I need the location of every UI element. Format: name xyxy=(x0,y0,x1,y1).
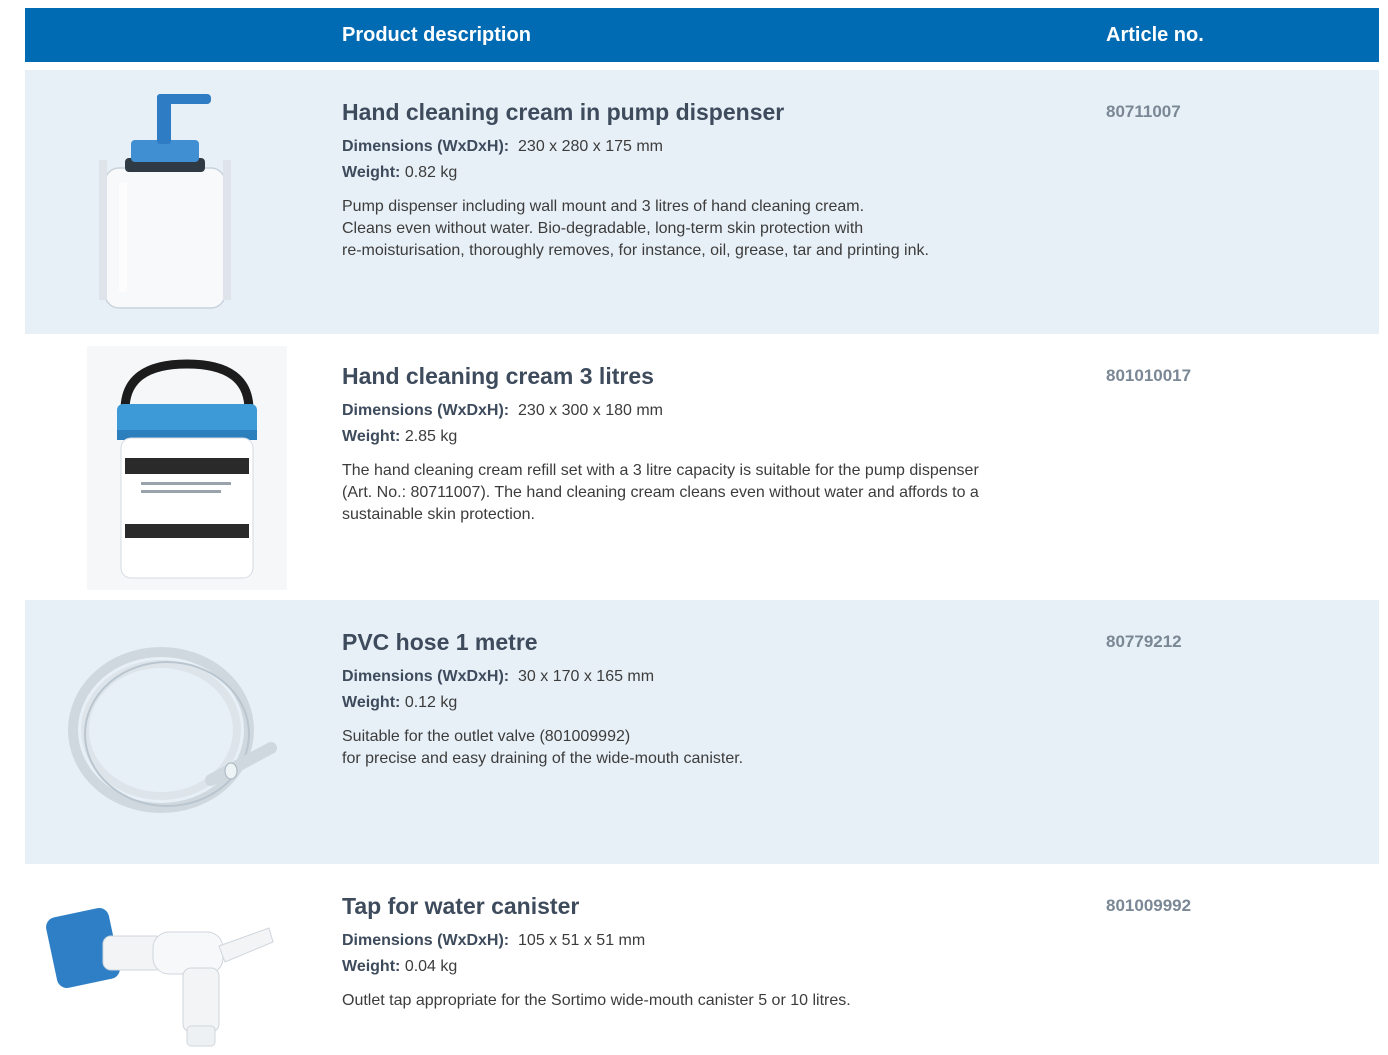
product-row: PVC hose 1 metre Dimensions (WxDxH): 30 … xyxy=(25,600,1379,864)
weight-label: Weight: xyxy=(342,428,401,445)
description-line: sustainable skin protection. xyxy=(342,506,535,523)
weight-value: 0.12 kg xyxy=(404,694,458,711)
dimensions-value: 230 x 280 x 175 mm xyxy=(518,138,663,155)
product-row: Hand cleaning cream 3 litres Dimensions … xyxy=(25,334,1379,598)
description-line: The hand cleaning cream refill set with … xyxy=(342,462,979,479)
description-line: for precise and easy draining of the wid… xyxy=(342,750,744,767)
weight-value: 0.82 kg xyxy=(404,164,458,181)
article-number: 801009992 xyxy=(1106,896,1192,915)
pump-dispenser-image xyxy=(95,90,235,310)
article-number: 80779212 xyxy=(1106,632,1182,651)
product-weight: Weight: 0.12 kg xyxy=(342,694,457,712)
product-weight: Weight: 0.82 kg xyxy=(342,164,457,182)
product-title: Hand cleaning cream 3 litres xyxy=(342,363,654,389)
product-description: Pump dispenser including wall mount and … xyxy=(342,196,929,262)
description-line: re-moisturisation, thoroughly removes, f… xyxy=(342,242,929,259)
description-line: Outlet tap appropriate for the Sortimo w… xyxy=(342,992,851,1009)
product-row: Tap for water canister Dimensions (WxDxH… xyxy=(25,864,1379,1050)
description-line: Suitable for the outlet valve (801009992… xyxy=(342,728,631,745)
dimensions-label: Dimensions (WxDxH): xyxy=(342,668,510,685)
product-weight: Weight: 0.04 kg xyxy=(342,958,457,976)
dimensions-value: 230 x 300 x 180 mm xyxy=(518,402,663,419)
water-tap-image xyxy=(43,892,283,1050)
weight-value: 0.04 kg xyxy=(404,958,458,975)
product-weight: Weight: 2.85 kg xyxy=(342,428,457,446)
weight-label: Weight: xyxy=(342,958,401,975)
weight-value: 2.85 kg xyxy=(404,428,458,445)
dimensions-label: Dimensions (WxDxH): xyxy=(342,402,510,419)
dimensions-value: 105 x 51 x 51 mm xyxy=(518,932,646,949)
product-title: Tap for water canister xyxy=(342,893,580,919)
product-row: Hand cleaning cream in pump dispenser Di… xyxy=(25,70,1379,334)
product-description: The hand cleaning cream refill set with … xyxy=(342,460,979,526)
product-dimensions: Dimensions (WxDxH): 30 x 170 x 165 mm xyxy=(342,668,654,686)
weight-label: Weight: xyxy=(342,164,401,181)
dimensions-label: Dimensions (WxDxH): xyxy=(342,138,510,155)
product-description: Suitable for the outlet valve (801009992… xyxy=(342,726,743,770)
description-line: (Art. No.: 80711007). The hand cleaning … xyxy=(342,484,979,501)
product-dimensions: Dimensions (WxDxH): 230 x 300 x 180 mm xyxy=(342,402,663,420)
product-dimensions: Dimensions (WxDxH): 105 x 51 x 51 mm xyxy=(342,932,645,950)
product-description: Outlet tap appropriate for the Sortimo w… xyxy=(342,990,851,1012)
dimensions-value: 30 x 170 x 165 mm xyxy=(518,668,655,685)
header-article-no: Article no. xyxy=(1106,24,1204,46)
pvc-hose-image xyxy=(61,630,281,830)
product-dimensions: Dimensions (WxDxH): 230 x 280 x 175 mm xyxy=(342,138,663,156)
dimensions-label: Dimensions (WxDxH): xyxy=(342,932,510,949)
cream-bucket-image xyxy=(87,346,287,590)
product-title: PVC hose 1 metre xyxy=(342,629,538,655)
article-number: 801010017 xyxy=(1106,366,1192,385)
article-number: 80711007 xyxy=(1106,102,1181,121)
weight-label: Weight: xyxy=(342,694,401,711)
description-line: Pump dispenser including wall mount and … xyxy=(342,198,865,215)
product-title: Hand cleaning cream in pump dispenser xyxy=(342,99,785,125)
header-product-description: Product description xyxy=(342,24,531,46)
table-header: Product description Article no. xyxy=(25,8,1379,62)
description-line: Cleans even without water. Bio-degradabl… xyxy=(342,220,864,237)
